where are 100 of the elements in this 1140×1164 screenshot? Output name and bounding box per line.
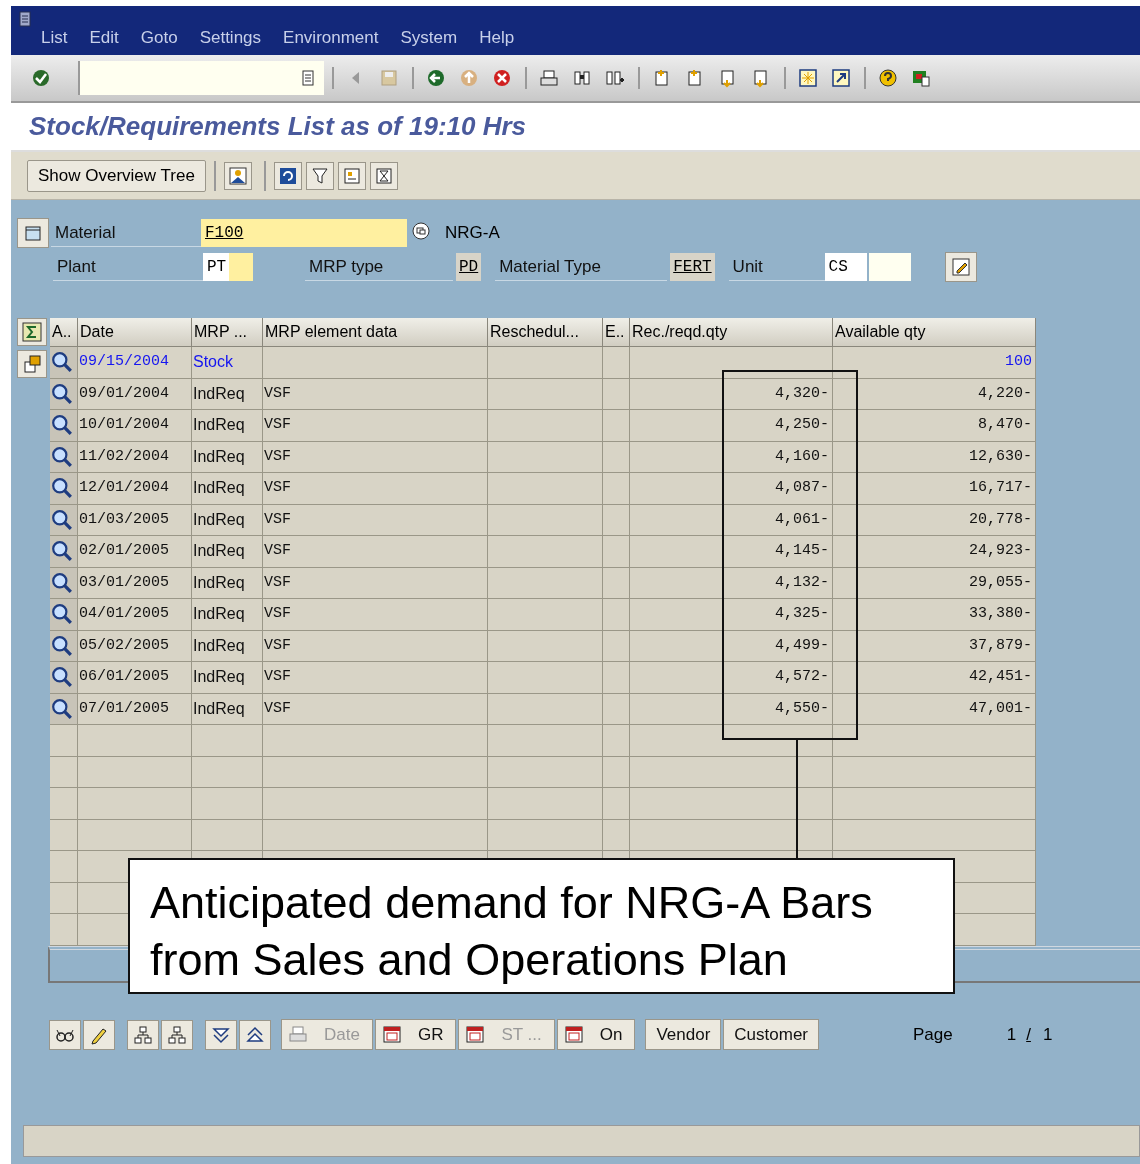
table-cell: 09/01/2004 [78,378,192,410]
pencil-icon[interactable] [83,1019,115,1050]
table-cell [603,756,630,788]
table-cell: 02/01/2005 [78,536,192,568]
magnifier-icon[interactable] [51,540,73,563]
column-header[interactable]: Date [78,318,192,347]
new-session-icon[interactable] [796,66,820,90]
field-label: Material Type [495,253,668,281]
toolbar-button[interactable]: On [556,1019,636,1050]
tree-icon[interactable] [161,1019,193,1050]
magnifier-icon[interactable] [51,508,73,531]
page-separator: / [1026,1024,1031,1045]
person-icon[interactable] [223,161,252,190]
material-icon[interactable] [17,218,49,248]
table-cell [603,504,630,536]
table-cell [603,378,630,410]
table-cell: VSF [263,378,488,410]
table-cell [603,536,630,568]
glasses-icon[interactable] [49,1019,81,1050]
menu-item[interactable]: System [400,28,458,48]
tree-icon[interactable] [127,1019,159,1050]
command-field[interactable] [78,61,324,95]
field-label: Unit [728,253,825,281]
table-cell: VSF [263,567,488,599]
table-cell: VSF [263,410,488,442]
table-cell: 04/01/2005 [78,599,192,631]
menu-item[interactable]: Environment [283,28,379,48]
table-cell: 06/01/2005 [78,662,192,694]
table-cell: IndReq [192,567,263,599]
filter-icon[interactable] [305,161,334,190]
column-header[interactable]: Rec./reqd.qty [630,318,833,347]
table-cell: IndReq [192,662,263,694]
toolbar-button[interactable]: Customer [723,1019,819,1050]
page-label: Page [913,1024,953,1045]
table-cell [603,662,630,694]
magnifier-icon[interactable] [51,414,73,437]
table-cell: 05/02/2005 [78,630,192,662]
table-cell: 12/01/2004 [78,473,192,505]
table-cell [603,347,630,379]
magnifier-icon[interactable] [51,477,73,500]
table-cell: 03/01/2005 [78,567,192,599]
table-cell: VSF [263,599,488,631]
magnifier-icon[interactable] [51,603,73,626]
column-header[interactable]: MRP element data [263,318,488,347]
page-total: 1 [1042,1024,1053,1045]
material-field[interactable]: F100 [201,219,407,247]
table-cell: 09/15/2004 [78,347,192,379]
field-label: MRP type [305,253,453,281]
magnifier-icon[interactable] [51,697,73,720]
menu-item[interactable]: Help [479,28,515,48]
table-cell: IndReq [192,410,263,442]
magnifier-icon[interactable] [51,382,73,405]
magnifier-icon[interactable] [51,351,73,374]
mrp-type-field: PD [456,253,482,281]
collapse-icon[interactable] [239,1019,271,1050]
menu-item[interactable]: Goto [140,28,178,48]
shortcut-icon[interactable] [829,66,853,90]
table-cell [603,630,630,662]
table-cell: IndReq [192,630,263,662]
window-icon[interactable] [17,350,47,378]
table-cell: IndReq [192,441,263,473]
column-header[interactable]: MRP ... [192,318,263,347]
show-overview-tree-button[interactable]: Show Overview Tree [27,159,206,192]
column-header[interactable]: Available qty [833,318,1036,347]
menu-item[interactable]: Settings [199,28,262,48]
table-cell: IndReq [192,473,263,505]
table-cell [603,473,630,505]
toolbar-button[interactable]: Vendor [645,1019,722,1050]
table-cell: 16,717- [833,473,1036,505]
magnifier-icon[interactable] [51,666,73,689]
table-cell [192,725,263,757]
table-cell [50,819,78,851]
table-cell: 4,087- [630,473,833,505]
menu-item[interactable]: Edit [89,28,119,48]
table-cell: 11/02/2004 [78,441,192,473]
table-cell: 24,923- [833,536,1036,568]
help-icon[interactable] [876,66,900,90]
table-cell: 42,451- [833,662,1036,694]
table-cell: 10/01/2004 [78,410,192,442]
edit-icon[interactable] [944,252,977,282]
column-header[interactable]: Reschedul... [488,318,603,347]
magnifier-icon[interactable] [51,634,73,657]
menu-item[interactable]: List [41,28,68,48]
settings-icon[interactable] [337,161,366,190]
table-cell: 4,250- [630,410,833,442]
table-cell: 37,879- [833,630,1036,662]
sum-icon[interactable] [17,318,47,346]
refresh-icon[interactable] [273,161,302,190]
toolbar-button[interactable]: GR [374,1019,457,1050]
page-number: 1 [1006,1024,1017,1045]
column-header[interactable]: E.. [603,318,630,347]
table-cell [603,599,630,631]
table-cell: IndReq [192,378,263,410]
expand-icon[interactable] [205,1019,237,1050]
magnifier-icon[interactable] [51,571,73,594]
calendar-icon [381,1023,404,1046]
callout-text: from Sales and Operations Plan [150,933,789,987]
table-cell [50,851,78,883]
hourglass-icon[interactable] [369,161,398,190]
magnifier-icon[interactable] [51,445,73,468]
